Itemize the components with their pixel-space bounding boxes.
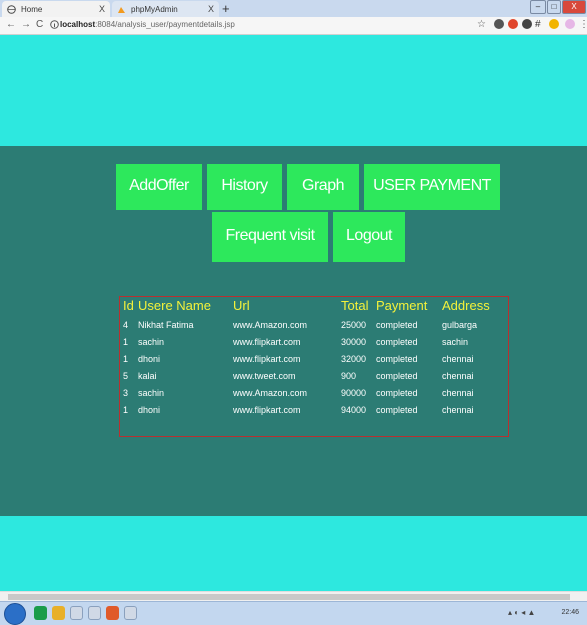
cell-address: sachin [442, 337, 469, 347]
cell-payment: completed [376, 320, 418, 330]
cell-address: chennai [442, 388, 474, 398]
cell-total: 94000 [341, 405, 367, 415]
header-id: Id [123, 298, 134, 313]
cell-user-name: dhoni [138, 405, 161, 415]
url-host: localhost [60, 20, 96, 29]
app-icon[interactable] [106, 606, 119, 620]
cell-total: 30000 [341, 337, 367, 347]
profile-avatar[interactable] [565, 19, 575, 29]
tab-phpmyadmin[interactable]: phpMyAdmin X [112, 1, 219, 17]
cell-payment: completed [376, 388, 418, 398]
clock: 22:46 [561, 609, 579, 616]
forward-button[interactable]: → [21, 19, 31, 30]
extension-icon[interactable] [508, 19, 518, 29]
cell-payment: completed [376, 354, 418, 364]
explorer-icon[interactable] [52, 606, 65, 620]
cell-total: 90000 [341, 388, 367, 398]
taskbar: ▴ ◐ ◂ ▲ 22:46 [0, 601, 587, 625]
maximize-button[interactable]: □ [547, 0, 561, 14]
footer-band [0, 516, 587, 591]
cell-id: 4 [123, 320, 129, 330]
cell-payment: completed [376, 337, 418, 347]
header-user-name: Usere Name [138, 298, 211, 313]
cell-url: www.Amazon.com [233, 388, 308, 398]
header-payment: Payment [376, 298, 428, 313]
app-icon[interactable] [88, 606, 101, 620]
scrollbar-thumb[interactable] [8, 594, 570, 600]
menu-icon[interactable]: ⋮ [579, 19, 587, 30]
hash-extension-icon[interactable]: # [535, 19, 541, 30]
tray-icons[interactable]: ▴ ◐ ◂ ▲ [508, 608, 535, 617]
globe-icon [7, 4, 16, 14]
phpmyadmin-icon [117, 5, 126, 14]
tab-home[interactable]: Home X [2, 1, 110, 17]
cell-id: 3 [123, 388, 129, 398]
payment-table: Id Usere Name Url Total Payment Address … [119, 296, 509, 437]
cell-user-name: dhoni [138, 354, 161, 364]
url-path: :8084/analysis_user/paymentdetails.jsp [95, 20, 235, 29]
header-total: Total [341, 298, 369, 313]
tab-label: Home [21, 4, 43, 14]
cell-user-name: kalai [138, 371, 157, 381]
cell-url: www.Amazon.com [233, 320, 308, 330]
graph-button[interactable]: Graph [287, 164, 359, 210]
extension-icon[interactable] [522, 19, 532, 29]
user-payment-button[interactable]: USER PAYMENT [364, 164, 500, 210]
logout-button[interactable]: Logout [333, 212, 405, 262]
url-field[interactable]: localhost:8084/analysis_user/paymentdeta… [60, 20, 235, 29]
start-button[interactable] [4, 603, 26, 625]
header-band [0, 35, 587, 146]
cell-id: 1 [123, 337, 129, 347]
cell-id: 1 [123, 354, 129, 364]
info-icon[interactable] [50, 20, 59, 31]
cell-address: chennai [442, 405, 474, 415]
new-tab-button[interactable]: + [222, 1, 230, 16]
tab-close-icon[interactable]: X [99, 4, 105, 14]
minimize-button[interactable]: – [530, 0, 546, 14]
header-url: Url [233, 298, 250, 313]
cell-address: chennai [442, 371, 474, 381]
cell-user-name: Nikhat Fatima [138, 320, 194, 330]
cell-total: 25000 [341, 320, 367, 330]
cell-url: www.flipkart.com [233, 337, 301, 347]
app-icon[interactable] [70, 606, 83, 620]
cell-payment: completed [376, 371, 418, 381]
tab-label: phpMyAdmin [131, 4, 178, 14]
cell-address: gulbarga [442, 320, 478, 330]
cell-id: 5 [123, 371, 129, 381]
add-offer-button[interactable]: AddOffer [116, 164, 202, 210]
close-window-button[interactable]: X [562, 0, 586, 14]
extension-icon[interactable] [494, 19, 504, 29]
tab-strip: Home X phpMyAdmin X + – □ X [0, 0, 587, 18]
cell-user-name: sachin [138, 337, 165, 347]
cell-url: www.flipkart.com [233, 354, 301, 364]
header-address: Address [442, 298, 490, 313]
chrome-icon[interactable] [34, 606, 47, 620]
cell-url: www.tweet.com [233, 371, 296, 381]
cell-total: 32000 [341, 354, 367, 364]
star-icon[interactable]: ☆ [477, 19, 486, 30]
frequent-visit-button[interactable]: Frequent visit [212, 212, 328, 262]
reload-button[interactable]: C [36, 19, 43, 30]
app-icon[interactable] [124, 606, 137, 620]
cell-address: chennai [442, 354, 474, 364]
cell-id: 1 [123, 405, 129, 415]
cell-url: www.flipkart.com [233, 405, 301, 415]
cell-total: 900 [341, 371, 357, 381]
extension-icon[interactable] [549, 19, 559, 29]
history-button[interactable]: History [207, 164, 282, 210]
cell-payment: completed [376, 405, 418, 415]
address-bar: ← → C localhost:8084/analysis_user/payme… [0, 17, 587, 35]
tab-close-icon[interactable]: X [208, 4, 214, 14]
back-button[interactable]: ← [6, 19, 16, 30]
cell-user-name: sachin [138, 388, 165, 398]
